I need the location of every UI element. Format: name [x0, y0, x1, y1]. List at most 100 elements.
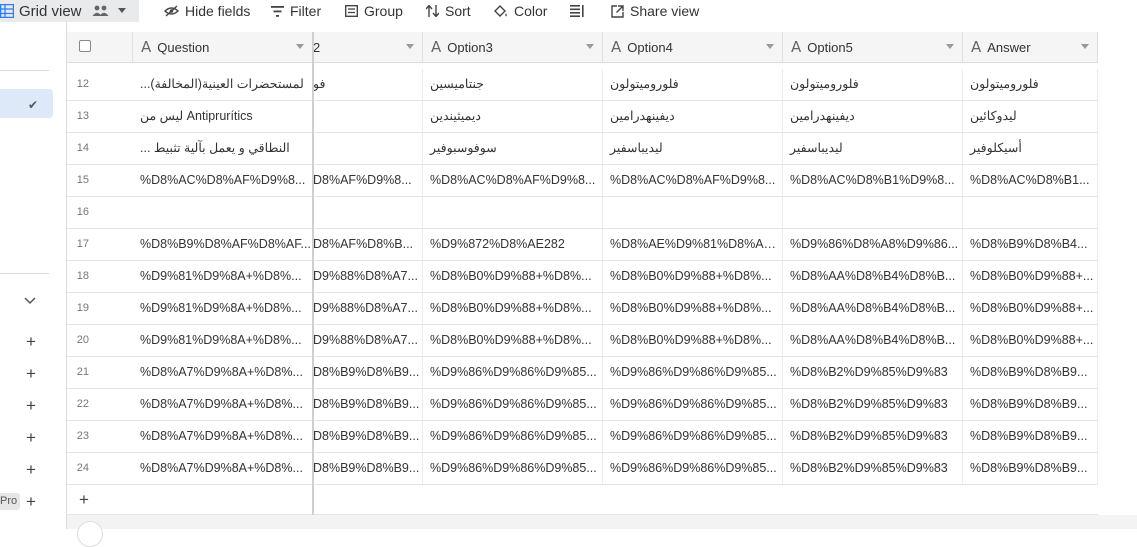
table-cell[interactable]: %D8%AC%D8%B1... — [963, 165, 1098, 196]
table-cell[interactable]: D8%AF%D9%8... — [313, 165, 423, 196]
table-cell[interactable]: D8%B9%D8%B9... — [313, 421, 423, 452]
table-cell[interactable] — [313, 197, 423, 228]
table-cell[interactable]: فلوروميتولون — [963, 69, 1098, 100]
table-row[interactable]: 15 %D8%AC%D8%AF%D9%8... D8%AF%D9%8... %D8%A… — [67, 165, 1098, 197]
plus-icon[interactable]: + — [25, 333, 37, 350]
chevron-down-icon[interactable] — [766, 44, 774, 49]
table-cell[interactable]: %D9%86%D8%A8%D9%86... — [783, 229, 963, 260]
chevron-down-icon[interactable] — [946, 44, 954, 49]
table-cell[interactable]: %D8%AA%D8%B4%D8%B... — [783, 293, 963, 324]
table-cell[interactable]: ديميثيندين — [423, 101, 603, 132]
table-cell[interactable]: %D9%81%D9%8A+%D8%... — [133, 261, 313, 292]
table-row[interactable]: 21 %D8%A7%D9%8A+%D8%... D8%B9%D8%B9... %D9%… — [67, 357, 1098, 389]
table-cell[interactable]: ... النطاقي و يعمل بآلية تثبيط — [133, 133, 313, 164]
table-cell[interactable]: %D8%B2%D9%85%D9%83 — [783, 421, 963, 452]
group-button[interactable]: Group — [345, 0, 403, 22]
table-cell[interactable]: %D8%AC%D8%AF%D9%8... — [423, 165, 603, 196]
table-cell[interactable]: %D8%AC%D8%AF%D9%8... — [603, 165, 783, 196]
table-row[interactable]: 24 %D8%A7%D9%8A+%D8%... D8%B9%D8%B9... %D9%… — [67, 453, 1098, 485]
table-cell[interactable]: D9%88%D8%A7... — [313, 325, 423, 356]
table-cell[interactable]: %D8%B0%D9%88+%D8%... — [423, 293, 603, 324]
table-cell[interactable]: %D9%86%D9%86%D9%85... — [603, 421, 783, 452]
table-cell[interactable] — [423, 197, 603, 228]
table-cell[interactable]: %D8%B0%D9%88+... — [963, 261, 1098, 292]
color-button[interactable]: Color — [493, 0, 547, 22]
table-cell[interactable] — [313, 101, 423, 132]
table-cell[interactable]: %D8%AC%D8%B1%D9%8... — [783, 165, 963, 196]
chevron-down-icon[interactable] — [586, 44, 594, 49]
filter-button[interactable]: Filter — [271, 0, 321, 22]
table-row[interactable]: 22 %D8%A7%D9%8A+%D8%... D8%B9%D8%B9... %D9%… — [67, 389, 1098, 421]
table-row[interactable]: 16 — [67, 197, 1098, 229]
table-cell[interactable]: %D8%B0%D9%88+%D8%... — [603, 261, 783, 292]
sidebar-item-grid-view[interactable] — [0, 89, 53, 118]
table-cell[interactable]: %D8%B0%D9%88+%D8%... — [603, 325, 783, 356]
table-cell[interactable]: %D9%872%D8%AE282 — [423, 229, 603, 260]
table-cell[interactable]: %D8%AC%D8%AF%D9%8... — [133, 165, 313, 196]
table-cell[interactable]: D8%B9%D8%B9... — [313, 453, 423, 484]
table-row[interactable]: 13 ليس من Antiprurítics ديميثيندين ديفينهدر… — [67, 101, 1098, 133]
table-row[interactable]: 19 %D9%81%D9%8A+%D8%... D9%88%D8%A7... %D8%… — [67, 293, 1098, 325]
view-switcher[interactable]: Grid view — [0, 0, 139, 22]
table-cell[interactable]: %D9%86%D9%86%D9%85... — [603, 453, 783, 484]
column-header-option2[interactable]: 2 — [313, 32, 423, 62]
frozen-column-divider[interactable] — [312, 32, 314, 529]
table-cell[interactable]: %D9%86%D9%86%D9%85... — [423, 421, 603, 452]
table-cell[interactable]: %D8%A7%D9%8A+%D8%... — [133, 421, 313, 452]
table-cell[interactable] — [133, 197, 313, 228]
table-cell[interactable] — [783, 197, 963, 228]
plus-icon[interactable]: + — [25, 397, 37, 414]
column-header-option5[interactable]: A Option5 — [783, 32, 963, 62]
table-cell[interactable]: فو — [313, 69, 423, 100]
plus-icon[interactable]: + — [25, 493, 37, 510]
table-cell[interactable]: D9%88%D8%A7... — [313, 293, 423, 324]
sort-button[interactable]: Sort — [426, 0, 471, 22]
chevron-down-icon[interactable] — [406, 44, 414, 49]
table-cell[interactable]: %D8%B2%D9%85%D9%83 — [783, 453, 963, 484]
table-row[interactable]: 12 ...لمستحضرات العينية(المخالفة) فو جنتامي… — [67, 69, 1098, 101]
table-cell[interactable]: %D9%86%D9%86%D9%85... — [423, 357, 603, 388]
table-cell[interactable]: %D8%B0%D9%88+... — [963, 325, 1098, 356]
table-row[interactable]: 17 %D8%B9%D8%AF%D8%AF... D8%AF%D8%B... %D9%… — [67, 229, 1098, 261]
table-cell[interactable]: %D8%B0%D9%88+... — [963, 293, 1098, 324]
chevron-down-icon[interactable] — [296, 44, 304, 49]
table-cell[interactable]: ليديباسفير — [783, 133, 963, 164]
column-header-answer[interactable]: A Answer — [963, 32, 1098, 62]
table-cell[interactable]: سوفوسبوفير — [423, 133, 603, 164]
table-cell[interactable]: %D9%86%D9%86%D9%85... — [603, 389, 783, 420]
table-cell[interactable]: %D8%B9%D8%B9... — [963, 357, 1098, 388]
table-cell[interactable]: %D9%86%D9%86%D9%85... — [603, 357, 783, 388]
column-header-option4[interactable]: A Option4 — [603, 32, 783, 62]
table-cell[interactable]: ليس من Antiprurítics — [133, 101, 313, 132]
chevron-down-icon[interactable] — [24, 293, 36, 308]
table-cell[interactable]: %D8%B0%D9%88+%D8%... — [423, 325, 603, 356]
table-cell[interactable]: %D8%B9%D8%B9... — [963, 389, 1098, 420]
table-row[interactable]: 20 %D9%81%D9%8A+%D8%... D9%88%D8%A7... %D8%… — [67, 325, 1098, 357]
add-button[interactable] — [77, 521, 103, 547]
column-header-option3[interactable]: A Option3 — [423, 32, 603, 62]
table-cell[interactable]: ليدوكائين — [963, 101, 1098, 132]
table-cell[interactable]: %D9%81%D9%8A+%D8%... — [133, 325, 313, 356]
table-cell[interactable] — [313, 133, 423, 164]
table-cell[interactable]: %D9%86%D9%86%D9%85... — [423, 389, 603, 420]
table-cell[interactable] — [603, 197, 783, 228]
plus-icon[interactable]: + — [25, 461, 37, 478]
plus-icon[interactable]: + — [25, 365, 37, 382]
table-row[interactable]: 18 %D9%81%D9%8A+%D8%... D9%88%D8%A7... %D8%… — [67, 261, 1098, 293]
chevron-down-icon[interactable] — [117, 8, 126, 14]
table-cell[interactable]: %D8%B2%D9%85%D9%83 — [783, 357, 963, 388]
table-cell[interactable]: D8%AF%D8%B... — [313, 229, 423, 260]
column-header-question[interactable]: A Question — [133, 32, 313, 62]
table-cell[interactable]: D8%B9%D8%B9... — [313, 389, 423, 420]
table-cell[interactable]: D8%B9%D8%B9... — [313, 357, 423, 388]
table-cell[interactable]: %D8%AA%D8%B4%D8%B... — [783, 261, 963, 292]
table-cell[interactable]: %D9%86%D9%86%D9%85... — [423, 453, 603, 484]
row-height-button[interactable] — [570, 0, 584, 22]
table-cell[interactable]: D9%88%D8%A7... — [313, 261, 423, 292]
table-cell[interactable]: %D8%AA%D8%B4%D8%B... — [783, 325, 963, 356]
add-row-button[interactable]: + — [67, 484, 1098, 515]
chevron-down-icon[interactable] — [1081, 44, 1089, 49]
table-row[interactable]: 23 %D8%A7%D9%8A+%D8%... D8%B9%D8%B9... %D9%… — [67, 421, 1098, 453]
table-cell[interactable]: %D8%B9%D8%B9... — [963, 421, 1098, 452]
table-cell[interactable]: %D8%B9%D8%AF%D8%AF... — [133, 229, 313, 260]
